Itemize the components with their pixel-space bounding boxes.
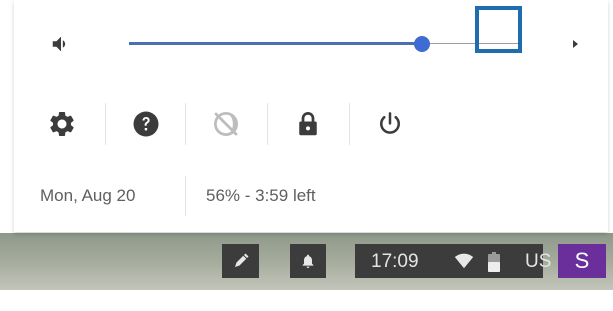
wifi-icon xyxy=(454,253,474,269)
settings-button[interactable] xyxy=(47,109,77,139)
volume-slider-fill xyxy=(129,42,422,45)
lock-icon xyxy=(299,112,317,136)
volume-slider-track xyxy=(422,43,519,44)
user-avatar[interactable]: S xyxy=(558,244,606,278)
bottom-strip xyxy=(0,290,613,311)
gear-icon xyxy=(50,112,74,136)
volume-slider-thumb[interactable] xyxy=(414,36,430,52)
power-icon xyxy=(380,112,400,134)
night-light-icon xyxy=(214,112,238,136)
clock-label: 17:09 xyxy=(371,251,419,272)
shelf: 17:09 US S xyxy=(0,233,613,290)
divider xyxy=(267,103,268,145)
volume-icon[interactable] xyxy=(50,33,72,55)
input-method-label: US xyxy=(525,251,552,272)
screen: Mon, Aug 20 56% - 3:59 left 17:09 US S xyxy=(0,0,613,311)
bell-icon xyxy=(302,254,314,268)
battery-status-label[interactable]: 56% - 3:59 left xyxy=(206,186,316,206)
quick-settings-panel: Mon, Aug 20 56% - 3:59 left xyxy=(14,0,608,232)
chevron-right-icon[interactable] xyxy=(567,36,583,52)
date-label[interactable]: Mon, Aug 20 xyxy=(40,186,135,206)
notifications-button[interactable] xyxy=(290,244,326,278)
status-tray-button[interactable]: 17:09 US xyxy=(355,244,551,278)
stylus-tools-button[interactable] xyxy=(222,244,259,278)
divider xyxy=(349,103,350,145)
volume-slider[interactable] xyxy=(129,33,519,55)
divider xyxy=(185,103,186,145)
night-light-button[interactable] xyxy=(211,109,241,139)
stylus-icon xyxy=(234,253,248,267)
help-icon xyxy=(133,111,159,137)
lock-button[interactable] xyxy=(293,109,323,139)
battery-icon xyxy=(488,252,500,272)
help-button[interactable] xyxy=(131,109,161,139)
divider xyxy=(105,103,106,145)
power-button[interactable] xyxy=(375,109,405,139)
divider xyxy=(185,176,186,216)
